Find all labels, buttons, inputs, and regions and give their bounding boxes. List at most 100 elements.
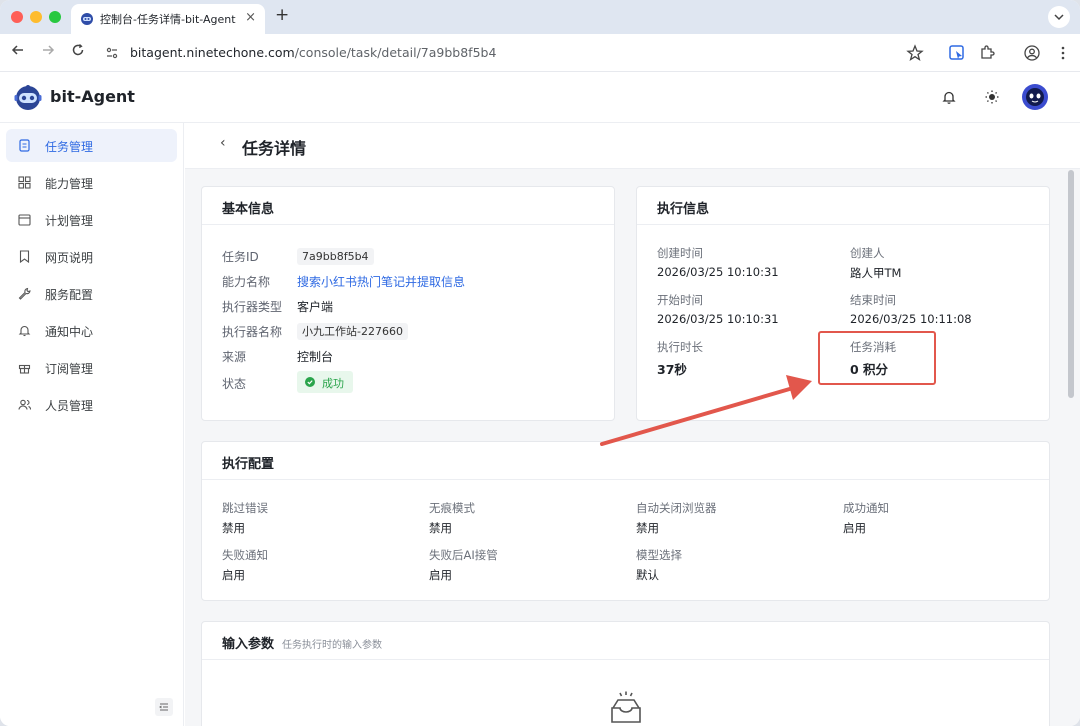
sidebar-item-service-config[interactable]: 服务配置 bbox=[6, 277, 177, 310]
check-circle-icon bbox=[305, 377, 315, 387]
card-header: 执行配置 bbox=[202, 442, 1049, 480]
config-label: 失败通知 bbox=[222, 548, 268, 562]
config-value: 禁用 bbox=[429, 521, 452, 535]
url-path: /console/task/detail/7a9bb8f5b4 bbox=[294, 45, 497, 60]
sidebar-item-subscription[interactable]: 订阅管理 bbox=[6, 351, 177, 384]
empty-inbox-icon bbox=[611, 691, 641, 723]
browser-tab[interactable]: 控制台-任务详情-bit-Agent × bbox=[71, 4, 265, 34]
config-label: 跳过错误 bbox=[222, 501, 268, 515]
bookmark-star-icon[interactable] bbox=[906, 44, 924, 62]
sidebar-collapse-button[interactable] bbox=[155, 698, 173, 716]
extension-cursor-icon[interactable] bbox=[948, 44, 966, 62]
page-header: ‹ 任务详情 bbox=[185, 123, 1080, 169]
card-title: 基本信息 bbox=[222, 202, 275, 217]
sidebar-item-label: 网页说明 bbox=[45, 251, 94, 265]
card-title: 输入参数 bbox=[222, 637, 275, 652]
grid-icon bbox=[18, 176, 31, 189]
sidebar-item-label: 人员管理 bbox=[45, 399, 94, 413]
brand-name: bit-Agent bbox=[50, 87, 135, 106]
extensions-puzzle-icon[interactable] bbox=[978, 44, 996, 62]
sidebar-item-personnel[interactable]: 人员管理 bbox=[6, 388, 177, 421]
profile-icon[interactable] bbox=[1023, 44, 1041, 62]
exec-config-card: 执行配置 跳过错误 禁用 无痕模式 禁用 自动关闭浏览器 禁用 成功通知 启用 … bbox=[201, 441, 1050, 601]
card-header: 基本信息 bbox=[202, 187, 614, 225]
status-label: 状态 bbox=[222, 377, 247, 391]
status-badge: 成功 bbox=[297, 371, 353, 393]
ability-label: 能力名称 bbox=[222, 275, 271, 289]
sidebar-item-plan-management[interactable]: 计划管理 bbox=[6, 203, 177, 236]
card-title: 执行信息 bbox=[657, 202, 710, 217]
bookmark-icon bbox=[19, 250, 30, 263]
url-text: bitagent.ninetechone.com/console/task/de… bbox=[130, 45, 496, 60]
sidebar-item-label: 任务管理 bbox=[45, 140, 94, 154]
config-value: 默认 bbox=[636, 568, 659, 582]
exec-info-card: 执行信息 创建时间 2026/03/25 10:10:31 创建人 路人甲TM … bbox=[636, 186, 1050, 421]
browser-window: 控制台-任务详情-bit-Agent × + bitagent.ninetech… bbox=[0, 0, 1080, 726]
card-header: 输入参数 任务执行时的输入参数 bbox=[202, 622, 1049, 660]
reload-icon[interactable] bbox=[71, 43, 85, 57]
tab-search-button[interactable] bbox=[1048, 6, 1070, 28]
duration-label: 执行时长 bbox=[657, 340, 703, 354]
start-time-label: 开始时间 bbox=[657, 293, 703, 307]
main-content: ‹ 任务详情 基本信息 任务ID 7a9bb8f5b4 能力名称 搜索小红书热门… bbox=[185, 123, 1080, 726]
url-host: bitagent.ninetechone.com bbox=[130, 45, 295, 60]
sidebar-item-web-instructions[interactable]: 网页说明 bbox=[6, 240, 177, 273]
sidebar-item-label: 订阅管理 bbox=[45, 362, 94, 376]
bell-icon bbox=[18, 325, 31, 337]
basic-info-card: 基本信息 任务ID 7a9bb8f5b4 能力名称 搜索小红书热门笔记并提取信息… bbox=[201, 186, 615, 421]
annotation-highlight-box bbox=[818, 331, 936, 385]
maximize-window-button[interactable] bbox=[49, 11, 61, 23]
new-tab-button[interactable]: + bbox=[275, 5, 289, 25]
end-time-label: 结束时间 bbox=[850, 293, 896, 307]
sidebar-item-ability-management[interactable]: 能力管理 bbox=[6, 166, 177, 199]
config-label: 成功通知 bbox=[843, 501, 889, 515]
executor-type-label: 执行器类型 bbox=[222, 300, 283, 314]
address-bar[interactable]: bitagent.ninetechone.com/console/task/de… bbox=[96, 40, 970, 66]
minimize-window-button[interactable] bbox=[30, 11, 42, 23]
card-title: 执行配置 bbox=[222, 457, 275, 472]
config-value: 启用 bbox=[222, 568, 245, 582]
close-window-button[interactable] bbox=[11, 11, 23, 23]
tab-close-icon[interactable]: × bbox=[245, 10, 256, 25]
start-time-value: 2026/03/25 10:10:31 bbox=[657, 312, 779, 326]
task-id-value: 7a9bb8f5b4 bbox=[297, 248, 374, 265]
tab-title: 控制台-任务详情-bit-Agent bbox=[100, 13, 236, 26]
config-value: 禁用 bbox=[636, 521, 659, 535]
back-button[interactable]: ‹ bbox=[220, 135, 226, 151]
sidebar-item-label: 能力管理 bbox=[45, 177, 94, 191]
executor-type-value: 客户端 bbox=[297, 300, 334, 314]
page-scrollbar[interactable] bbox=[1068, 170, 1074, 398]
collapse-menu-icon bbox=[159, 703, 168, 711]
sidebar-item-notification-center[interactable]: 通知中心 bbox=[6, 314, 177, 347]
config-value: 禁用 bbox=[222, 521, 245, 535]
source-value: 控制台 bbox=[297, 350, 334, 364]
theme-sun-icon[interactable] bbox=[984, 89, 1000, 105]
bit-agent-favicon-icon bbox=[81, 13, 93, 25]
app-header: bit-Agent bbox=[0, 72, 1080, 123]
status-text: 成功 bbox=[322, 377, 344, 390]
created-time-label: 创建时间 bbox=[657, 246, 703, 260]
wrench-icon bbox=[18, 287, 31, 300]
config-label: 模型选择 bbox=[636, 548, 682, 562]
config-value: 启用 bbox=[843, 521, 866, 535]
ability-link[interactable]: 搜索小红书热门笔记并提取信息 bbox=[297, 273, 465, 290]
chevron-down-icon bbox=[1054, 14, 1064, 21]
site-settings-icon[interactable] bbox=[105, 46, 119, 60]
config-label: 无痕模式 bbox=[429, 501, 475, 515]
bit-agent-logo-icon[interactable] bbox=[13, 82, 43, 112]
created-time-value: 2026/03/25 10:10:31 bbox=[657, 265, 779, 279]
creator-label: 创建人 bbox=[850, 246, 885, 260]
tab-strip: 控制台-任务详情-bit-Agent × + bbox=[0, 0, 1080, 34]
notification-bell-icon[interactable] bbox=[941, 89, 957, 105]
config-label: 失败后AI接管 bbox=[429, 548, 498, 562]
sidebar-item-task-management[interactable]: 任务管理 bbox=[6, 129, 177, 162]
page-title: 任务详情 bbox=[242, 139, 307, 158]
users-icon bbox=[18, 399, 31, 410]
forward-arrow-icon[interactable] bbox=[41, 43, 55, 57]
executor-name-value: 小九工作站-227660 bbox=[297, 323, 408, 340]
config-value: 启用 bbox=[429, 568, 452, 582]
more-menu-icon[interactable] bbox=[1054, 44, 1072, 62]
gift-icon bbox=[18, 364, 31, 374]
user-avatar[interactable] bbox=[1021, 83, 1049, 111]
back-arrow-icon[interactable] bbox=[11, 43, 25, 57]
